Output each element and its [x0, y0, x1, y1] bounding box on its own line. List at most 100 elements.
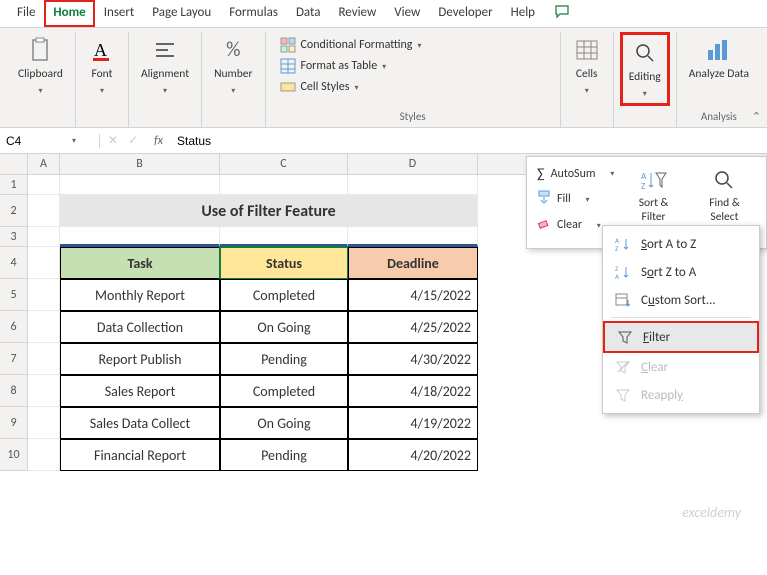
col-header[interactable]: C: [220, 154, 348, 174]
autosum-button[interactable]: ∑AutoSum ▾: [533, 163, 618, 184]
ribbon-collapse-icon[interactable]: ⌃: [752, 110, 761, 123]
group-number: % Number▾: [202, 32, 265, 127]
table-cell[interactable]: Completed: [220, 375, 348, 407]
percent-icon: %: [219, 36, 247, 64]
analyze-icon: [705, 36, 733, 64]
col-header[interactable]: A: [28, 154, 60, 174]
table-cell[interactable]: On Going: [220, 407, 348, 439]
table-cell[interactable]: 4/30/2022: [348, 343, 478, 375]
select-all-corner[interactable]: [0, 154, 28, 174]
font-button[interactable]: A Font▾: [82, 32, 122, 100]
group-cells: Cells▾: [561, 32, 614, 127]
cells-icon: [573, 36, 601, 64]
number-button[interactable]: % Number▾: [208, 32, 258, 100]
table-cell[interactable]: 4/15/2022: [348, 279, 478, 311]
table-cell[interactable]: Pending: [220, 343, 348, 375]
table-cell[interactable]: Data Collection: [60, 311, 220, 343]
row-header[interactable]: 9: [0, 407, 28, 439]
group-alignment: Alignment▾: [129, 32, 202, 127]
row-header[interactable]: 3: [0, 227, 28, 247]
tab-review[interactable]: Review: [329, 0, 385, 27]
ribbon-tabs: File Home Insert Page Layou Formulas Dat…: [0, 0, 767, 28]
clipboard-icon: [26, 36, 54, 64]
sort-z-to-a[interactable]: ZASort Z to A: [603, 258, 759, 286]
row-header[interactable]: 5: [0, 279, 28, 311]
tab-data[interactable]: Data: [287, 0, 330, 27]
header-deadline[interactable]: Deadline: [348, 247, 478, 279]
reapply-icon: [615, 387, 631, 403]
sigma-icon: ∑: [537, 165, 545, 182]
custom-sort-icon: [615, 292, 631, 308]
custom-sort[interactable]: Custom Sort...: [603, 286, 759, 314]
table-cell[interactable]: On Going: [220, 311, 348, 343]
clear-filter-icon: [615, 359, 631, 375]
cell-styles-icon: [280, 79, 296, 95]
cancel-icon[interactable]: ✕: [108, 133, 118, 148]
table-cell[interactable]: Report Publish: [60, 343, 220, 375]
reapply-filter: Reapply: [603, 381, 759, 409]
editing-button[interactable]: Editing▾: [620, 32, 670, 106]
table-cell[interactable]: 4/20/2022: [348, 439, 478, 471]
format-as-table[interactable]: Format as Table ▾: [276, 57, 426, 75]
table-cell[interactable]: Pending: [220, 439, 348, 471]
fx-icon[interactable]: fx: [146, 134, 171, 148]
header-task[interactable]: Task: [60, 247, 220, 279]
comments-icon[interactable]: [550, 0, 574, 27]
alignment-button[interactable]: Alignment▾: [135, 32, 195, 100]
table-cell[interactable]: 4/18/2022: [348, 375, 478, 407]
formula-bar: ▾ ✕ ✓ fx: [0, 128, 767, 154]
table-cell[interactable]: Financial Report: [60, 439, 220, 471]
row-header[interactable]: 6: [0, 311, 28, 343]
clear-filter: Clear: [603, 353, 759, 381]
tab-home[interactable]: Home: [44, 0, 94, 27]
table-cell[interactable]: Sales Report: [60, 375, 220, 407]
table-cell[interactable]: 4/25/2022: [348, 311, 478, 343]
tab-pagelayout[interactable]: Page Layou: [143, 0, 220, 27]
table-cell[interactable]: Sales Data Collect: [60, 407, 220, 439]
sort-filter-icon: AZ: [641, 167, 667, 193]
tab-help[interactable]: Help: [502, 0, 544, 27]
row-header[interactable]: 10: [0, 439, 28, 471]
header-status[interactable]: Status: [220, 247, 348, 279]
alignment-icon: [151, 36, 179, 64]
tab-file[interactable]: File: [8, 0, 44, 27]
svg-text:A: A: [615, 272, 620, 280]
formula-input[interactable]: [171, 134, 767, 148]
group-font: A Font▾: [76, 32, 129, 127]
group-clipboard: Clipboard▾: [6, 32, 76, 127]
table-cell[interactable]: 4/19/2022: [348, 407, 478, 439]
table-cell[interactable]: Completed: [220, 279, 348, 311]
search-icon: [631, 39, 659, 67]
enter-icon[interactable]: ✓: [128, 133, 138, 148]
eraser-icon: [537, 216, 551, 234]
row-header[interactable]: 4: [0, 247, 28, 279]
tab-insert[interactable]: Insert: [95, 0, 144, 27]
filter-menu-item[interactable]: Filter: [603, 321, 759, 353]
name-box-input[interactable]: [6, 134, 66, 148]
fill-button[interactable]: Fill ▾: [533, 188, 618, 210]
sort-a-to-z[interactable]: AZSort A to Z: [603, 230, 759, 258]
row-header[interactable]: 7: [0, 343, 28, 375]
cell-styles[interactable]: Cell Styles ▾: [276, 78, 426, 96]
row-header[interactable]: 2: [0, 195, 28, 227]
ribbon: Clipboard▾ A Font▾ Alignment▾ % Number▾: [0, 28, 767, 128]
cells-button[interactable]: Cells▾: [567, 32, 607, 100]
name-box[interactable]: ▾: [0, 134, 100, 148]
tab-formulas[interactable]: Formulas: [220, 0, 287, 27]
svg-text:Z: Z: [641, 181, 645, 191]
col-header[interactable]: D: [348, 154, 478, 174]
row-header[interactable]: 1: [0, 175, 28, 195]
col-header[interactable]: B: [60, 154, 220, 174]
conditional-formatting[interactable]: Conditional Formatting ▾: [276, 36, 426, 54]
sort-filter-menu: AZSort A to Z ZASort Z to A Custom Sort.…: [602, 225, 760, 414]
group-editing: Editing▾: [614, 32, 677, 127]
clipboard-button[interactable]: Clipboard▾: [12, 32, 69, 100]
tab-view[interactable]: View: [385, 0, 429, 27]
table-cell[interactable]: Monthly Report: [60, 279, 220, 311]
row-header[interactable]: 8: [0, 375, 28, 407]
tab-developer[interactable]: Developer: [429, 0, 501, 27]
title-cell[interactable]: Use of Filter Feature: [60, 195, 478, 227]
analyze-data-button[interactable]: Analyze Data: [683, 32, 755, 85]
watermark: exceldemy: [682, 504, 741, 521]
sort-za-icon: ZA: [615, 264, 631, 280]
